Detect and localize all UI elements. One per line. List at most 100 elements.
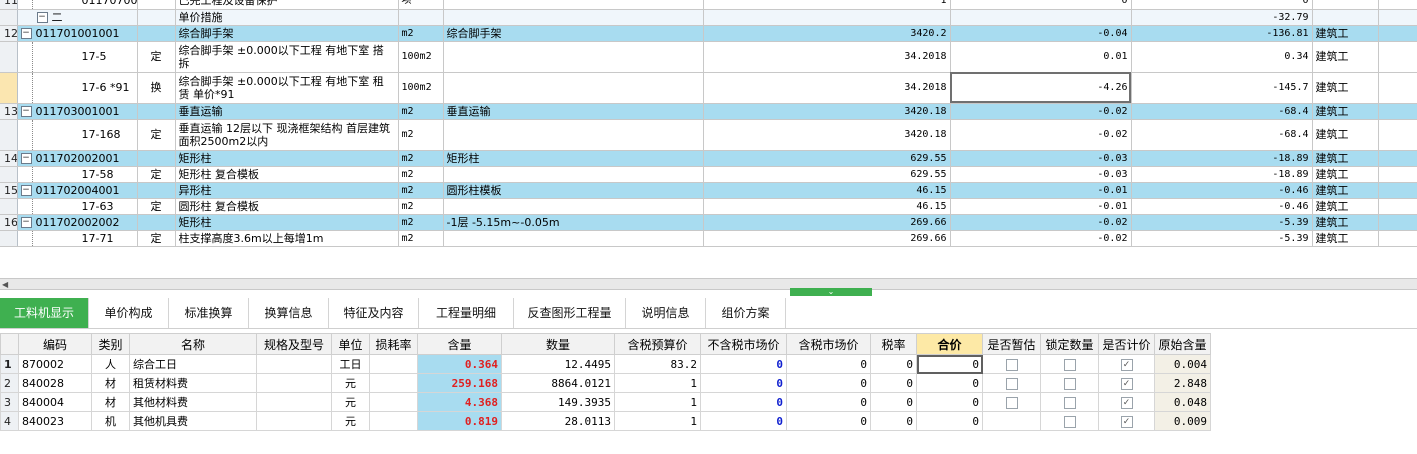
resource-row[interactable]: 1 870002 人综合工日 工日 0.364 12.4495 83.2 0 0 0 0 ✓ 0.004 xyxy=(0,354,1211,374)
item-unit-price[interactable]: 0.01 xyxy=(950,41,1132,73)
resource-lock-qty[interactable] xyxy=(1040,373,1099,393)
item-code[interactable]: 17-58 xyxy=(17,166,138,183)
item-unit-price[interactable]: -0.02 xyxy=(950,103,1132,120)
item-type[interactable] xyxy=(137,150,176,167)
resource-budget-price[interactable]: 1 xyxy=(614,392,701,412)
item-name[interactable]: 矩形柱 xyxy=(175,150,399,167)
item-feature[interactable] xyxy=(443,41,704,73)
item-quantity[interactable]: 629.55 xyxy=(703,150,951,167)
item-code[interactable]: −011702004001 xyxy=(17,182,138,199)
item-unit[interactable]: m2 xyxy=(398,198,444,215)
horizontal-scrollbar[interactable]: ◀ xyxy=(0,278,1417,290)
item-profession[interactable] xyxy=(1312,9,1379,26)
tab-7[interactable]: 说明信息 xyxy=(626,298,706,328)
bill-item-row[interactable]: 14−011702002001 矩形柱 m2 矩形柱 629.55 -0.03 -18.89… xyxy=(0,150,1417,167)
item-code[interactable]: 17-5 xyxy=(17,41,138,73)
column-header-6[interactable]: 含量 xyxy=(417,333,502,355)
empty-cell[interactable] xyxy=(1378,0,1417,10)
empty-cell[interactable] xyxy=(1378,150,1417,167)
item-profession[interactable]: 建筑工 xyxy=(1312,198,1379,215)
item-unit-price[interactable]: -4.26 xyxy=(950,72,1132,104)
collapse-icon[interactable]: − xyxy=(20,185,32,196)
item-quantity[interactable]: 629.55 xyxy=(703,166,951,183)
resource-loss-rate[interactable] xyxy=(369,392,418,412)
resource-row[interactable]: 4 840023 机其他机具费元 0.819 28.0113 1 0 0 0 0 ✓ 0.009 xyxy=(0,411,1211,431)
item-unit[interactable]: m2 xyxy=(398,214,444,231)
column-header-2[interactable]: 名称 xyxy=(129,333,257,355)
resource-code[interactable]: 870002 xyxy=(18,354,92,374)
group-row[interactable]: − 二 单价措施 -32.79 xyxy=(0,9,1417,26)
item-code[interactable]: −011702002001 xyxy=(17,150,138,167)
item-name[interactable]: 矩形柱 复合模板 xyxy=(175,166,399,183)
item-total[interactable]: -68.4 xyxy=(1131,119,1313,151)
resource-original-content[interactable]: 2.848 xyxy=(1154,373,1211,393)
resource-content[interactable]: 4.368 xyxy=(417,392,502,412)
item-quantity[interactable]: 3420.18 xyxy=(703,119,951,151)
item-unit[interactable]: m2 xyxy=(398,150,444,167)
empty-cell[interactable] xyxy=(1378,166,1417,183)
item-profession[interactable]: 建筑工 xyxy=(1312,103,1379,120)
item-unit[interactable]: 项 xyxy=(398,0,444,10)
checkbox-icon[interactable] xyxy=(1063,415,1076,428)
item-profession[interactable]: 建筑工 xyxy=(1312,150,1379,167)
resource-priced[interactable]: ✓ xyxy=(1098,392,1155,412)
tab-2[interactable]: 标准换算 xyxy=(169,298,249,328)
resource-provisional[interactable] xyxy=(982,392,1041,412)
item-unit[interactable]: 100m2 xyxy=(398,72,444,104)
item-total[interactable]: -136.81 xyxy=(1131,25,1313,42)
item-profession[interactable]: 建筑工 xyxy=(1312,41,1379,73)
resource-market-price-in-tax[interactable]: 0 xyxy=(786,373,871,393)
row-number[interactable]: 13 xyxy=(0,103,18,120)
item-feature[interactable]: 矩形柱 xyxy=(443,150,704,167)
checked-checkbox-icon[interactable]: ✓ xyxy=(1120,377,1133,390)
checked-checkbox-icon[interactable]: ✓ xyxy=(1120,358,1133,371)
tab-8[interactable]: 组价方案 xyxy=(706,298,786,328)
item-profession[interactable]: 建筑工 xyxy=(1312,182,1379,199)
item-unit[interactable]: m2 xyxy=(398,119,444,151)
item-name[interactable]: 圆形柱 复合模板 xyxy=(175,198,399,215)
item-type[interactable]: 定 xyxy=(137,119,176,151)
resource-total[interactable]: 0 xyxy=(916,354,983,374)
item-profession[interactable]: 建筑工 xyxy=(1312,119,1379,151)
column-header-8[interactable]: 含税预算价 xyxy=(614,333,701,355)
resource-quantity[interactable]: 8864.0121 xyxy=(501,373,615,393)
item-name[interactable]: 综合脚手架 ±0.000以下工程 有地下室 租赁 单价*91 xyxy=(175,72,399,104)
collapse-icon[interactable]: − xyxy=(20,28,32,39)
resource-provisional[interactable] xyxy=(982,354,1041,374)
empty-cell[interactable] xyxy=(1378,72,1417,104)
item-type[interactable] xyxy=(137,103,176,120)
resource-lock-qty[interactable] xyxy=(1040,411,1099,431)
item-total[interactable]: -145.7 xyxy=(1131,72,1313,104)
item-type[interactable] xyxy=(137,25,176,42)
item-quantity[interactable]: 46.15 xyxy=(703,182,951,199)
collapse-icon[interactable]: − xyxy=(20,217,32,228)
empty-cell[interactable] xyxy=(1378,103,1417,120)
tab-6[interactable]: 反查图形工程量 xyxy=(514,298,626,328)
column-header-0[interactable]: 编码 xyxy=(18,333,92,355)
item-quantity[interactable]: 269.66 xyxy=(703,214,951,231)
item-type[interactable]: 定 xyxy=(137,230,176,247)
row-number[interactable] xyxy=(0,119,18,151)
resource-spec[interactable] xyxy=(256,373,332,393)
bill-item-row[interactable]: 13−011703001001 垂直运输 m2 垂直运输 3420.18 -0.02 -68… xyxy=(0,103,1417,120)
item-unit[interactable]: m2 xyxy=(398,182,444,199)
checkbox-icon[interactable] xyxy=(1063,358,1076,371)
resource-budget-price[interactable]: 1 xyxy=(614,411,701,431)
resource-unit[interactable]: 元 xyxy=(331,411,370,431)
resource-provisional[interactable] xyxy=(982,411,1041,431)
item-code[interactable]: 011707007001 xyxy=(17,0,138,10)
resource-lock-qty[interactable] xyxy=(1040,354,1099,374)
resource-content[interactable]: 0.364 xyxy=(417,354,502,374)
item-unit-price[interactable]: -0.02 xyxy=(950,230,1132,247)
item-total[interactable]: -68.4 xyxy=(1131,103,1313,120)
resource-tax-rate[interactable]: 0 xyxy=(870,373,917,393)
item-code[interactable]: 17-63 xyxy=(17,198,138,215)
item-name[interactable]: 柱支撑高度3.6m以上每增1m xyxy=(175,230,399,247)
resource-code[interactable]: 840004 xyxy=(18,392,92,412)
resource-unit[interactable]: 元 xyxy=(331,373,370,393)
item-feature[interactable] xyxy=(443,119,704,151)
resource-provisional[interactable] xyxy=(982,373,1041,393)
row-number[interactable]: 3 xyxy=(0,392,19,412)
resource-lock-qty[interactable] xyxy=(1040,392,1099,412)
row-number[interactable] xyxy=(0,198,18,215)
